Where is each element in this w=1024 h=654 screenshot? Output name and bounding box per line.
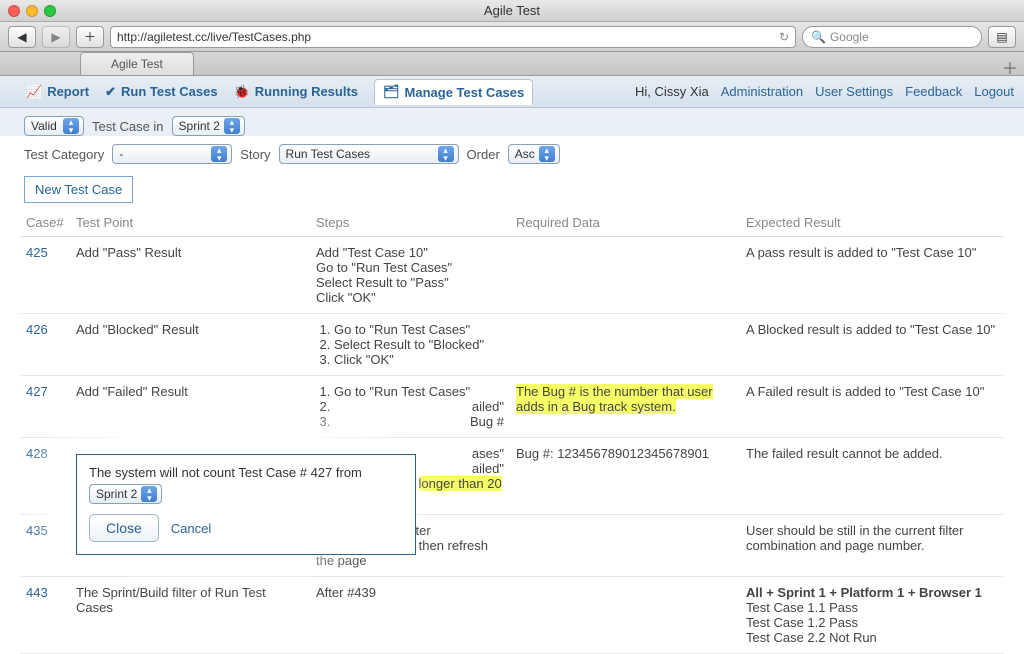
search-icon: 🔍: [811, 30, 826, 44]
table-row: 425 Add "Pass" Result Add "Test Case 10"…: [20, 237, 1004, 314]
case-link[interactable]: 425: [26, 245, 48, 260]
window-close-button[interactable]: [8, 5, 20, 17]
sprint-select[interactable]: Sprint 2 ▴▾: [172, 116, 245, 136]
expected-result: A Blocked result is added to "Test Case …: [740, 314, 1004, 376]
label-order: Order: [467, 147, 500, 162]
col-case: Case#: [20, 211, 70, 237]
chevron-updown-icon: ▴▾: [539, 146, 555, 162]
chevron-updown-icon: ▴▾: [211, 146, 227, 162]
col-test-point: Test Point: [70, 211, 310, 237]
expected-result: User should be still in the current filt…: [740, 515, 1004, 577]
nav-manage-test-cases[interactable]: 🗂 Manage Test Cases: [374, 79, 533, 105]
window-minimize-button[interactable]: [26, 5, 38, 17]
browser-tab-label: Agile Test: [111, 57, 163, 71]
nav-report[interactable]: 📈 Report: [26, 84, 89, 100]
required-data: [510, 515, 740, 577]
nav-run-test-cases[interactable]: ✔ Run Test Cases: [105, 84, 217, 100]
status-select[interactable]: Valid ▴▾: [24, 116, 84, 136]
category-select[interactable]: - ▴▾: [112, 144, 232, 164]
window-zoom-button[interactable]: [44, 5, 56, 17]
link-user-settings[interactable]: User Settings: [815, 84, 893, 99]
url-text: http://agiletest.cc/live/TestCases.php: [117, 30, 311, 44]
case-link[interactable]: 443: [26, 585, 48, 600]
case-link[interactable]: 435: [26, 523, 48, 538]
test-point: Add "Pass" Result: [70, 237, 310, 314]
required-data: [510, 577, 740, 654]
dialog-cancel-link[interactable]: Cancel: [171, 521, 211, 536]
chevron-updown-icon: ▴▾: [63, 118, 79, 134]
nav-running-results[interactable]: 🐞 Running Results: [234, 84, 358, 100]
case-link[interactable]: 427: [26, 384, 48, 399]
greeting: Hi, Cissy Xia: [635, 84, 709, 99]
steps-cell: Go to "Run Test Cases" ailed" Bug #: [310, 376, 510, 438]
nav-back-button[interactable]: ◀: [8, 26, 36, 48]
expected-result: A Failed result is added to "Test Case 1…: [740, 376, 1004, 438]
chevron-updown-icon: ▴▾: [224, 118, 240, 134]
test-point: The Sprint/Build filter of Run Test Case…: [70, 577, 310, 654]
order-select[interactable]: Asc ▴▾: [508, 144, 560, 164]
list-icon: 🗂: [383, 84, 400, 100]
expected-result: All + Sprint 1 + Platform 1 + Browser 1 …: [740, 577, 1004, 654]
window-titlebar: Agile Test: [0, 0, 1024, 22]
steps-cell: Add "Test Case 10" Go to "Run Test Cases…: [310, 237, 510, 314]
expected-result: The failed result cannot be added.: [740, 438, 1004, 515]
nav-forward-button[interactable]: ▶: [42, 26, 70, 48]
browser-search-field[interactable]: 🔍 Google: [802, 26, 982, 48]
app-nav: 📈 Report ✔ Run Test Cases 🐞 Running Resu…: [0, 76, 1024, 108]
case-link[interactable]: 426: [26, 322, 48, 337]
chevron-updown-icon: ▴▾: [438, 146, 454, 162]
label-test-category: Test Category: [24, 147, 104, 162]
browser-tab-active[interactable]: Agile Test: [80, 52, 194, 75]
col-steps: Steps: [310, 211, 510, 237]
steps-cell: Go to "Run Test Cases" Select Result to …: [310, 314, 510, 376]
new-test-case-button[interactable]: New Test Case: [24, 176, 133, 203]
add-bookmark-button[interactable]: ＋: [76, 26, 104, 48]
dialog-sprint-select[interactable]: Sprint 2 ▴▾: [89, 484, 162, 504]
window-title: Agile Test: [0, 3, 1024, 18]
search-placeholder: Google: [830, 30, 869, 44]
chart-icon: 📈: [26, 84, 42, 100]
required-data: Bug #: 123456789012345678901: [510, 438, 740, 515]
table-row: 426 Add "Blocked" Result Go to "Run Test…: [20, 314, 1004, 376]
browser-tabbar: Agile Test ＋: [0, 52, 1024, 76]
col-expected-result: Expected Result: [740, 211, 1004, 237]
expected-result: A pass result is added to "Test Case 10": [740, 237, 1004, 314]
label-test-case-in: Test Case in: [92, 119, 164, 134]
url-field[interactable]: http://agiletest.cc/live/TestCases.php ↻: [110, 26, 796, 48]
table-row: 443 The Sprint/Build filter of Run Test …: [20, 577, 1004, 654]
required-data: [510, 237, 740, 314]
required-data: The Bug # is the number that user adds i…: [510, 376, 740, 438]
dialog-message: The system will not count Test Case # 42…: [89, 465, 362, 480]
remove-case-dialog: The system will not count Test Case # 42…: [76, 454, 416, 555]
required-data: [510, 314, 740, 376]
filter-row-2: Test Category - ▴▾ Story Run Test Cases …: [0, 144, 1024, 172]
col-required-data: Required Data: [510, 211, 740, 237]
check-icon: ✔: [105, 84, 116, 100]
steps-cell: After #439: [310, 577, 510, 654]
toolbar-overflow-button[interactable]: ▤: [988, 26, 1016, 48]
link-logout[interactable]: Logout: [974, 84, 1014, 99]
story-select[interactable]: Run Test Cases ▴▾: [279, 144, 459, 164]
link-administration[interactable]: Administration: [721, 84, 803, 99]
bug-icon: 🐞: [234, 84, 250, 100]
label-story: Story: [240, 147, 270, 162]
browser-toolbar: ◀ ▶ ＋ http://agiletest.cc/live/TestCases…: [0, 22, 1024, 52]
case-link[interactable]: 428: [26, 446, 48, 461]
test-point: Add "Blocked" Result: [70, 314, 310, 376]
link-feedback[interactable]: Feedback: [905, 84, 962, 99]
filter-row-1: Valid ▴▾ Test Case in Sprint 2 ▴▾: [0, 108, 1024, 144]
dialog-close-button[interactable]: Close: [89, 514, 159, 542]
page-content: 📈 Report ✔ Run Test Cases 🐞 Running Resu…: [0, 76, 1024, 654]
chevron-updown-icon: ▴▾: [141, 486, 157, 502]
